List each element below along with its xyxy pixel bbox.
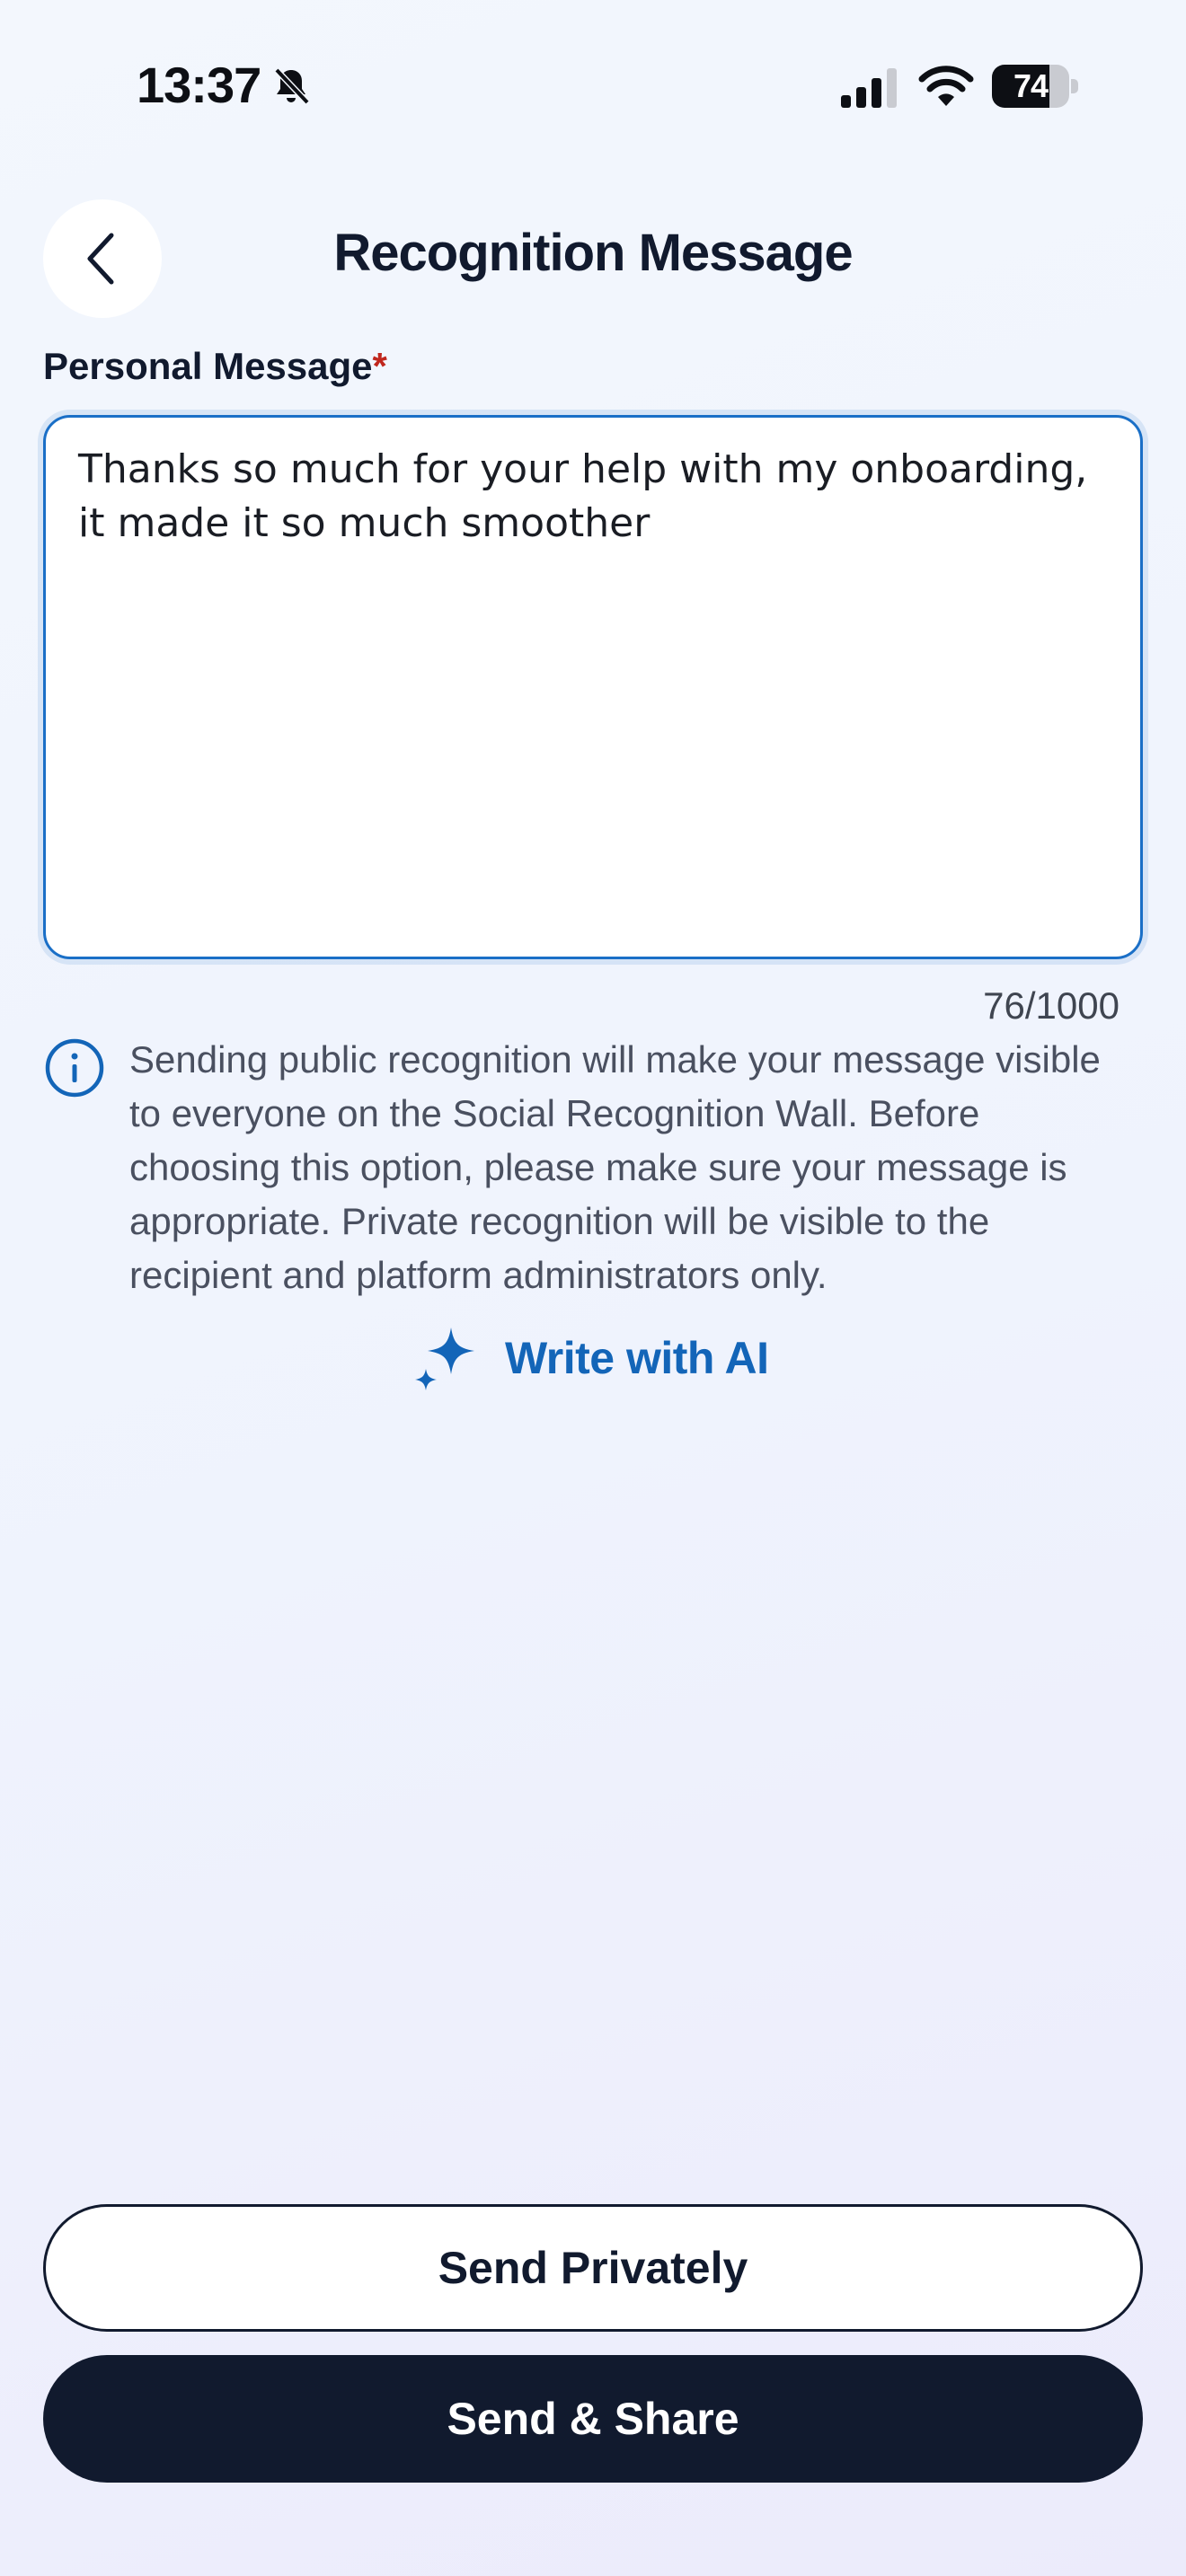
send-privately-button[interactable]: Send Privately: [43, 2204, 1143, 2332]
status-bar: 13:37 74: [0, 0, 1186, 171]
required-marker: *: [372, 345, 387, 387]
wifi-icon: [918, 66, 974, 106]
battery-icon: 74: [992, 65, 1078, 108]
page-title: Recognition Message: [333, 224, 853, 282]
cellular-signal-icon: [841, 68, 897, 108]
send-privately-label: Send Privately: [438, 2243, 748, 2293]
character-count: 76/1000: [983, 984, 1120, 1027]
recognition-info-text: Sending public recognition will make you…: [129, 1038, 1101, 1296]
sparkle-icon: [415, 1328, 474, 1390]
back-button[interactable]: [43, 199, 162, 318]
send-and-share-button[interactable]: Send & Share: [43, 2355, 1143, 2483]
personal-message-textarea[interactable]: Thanks so much for your help with my onb…: [43, 415, 1143, 959]
info-circle-icon: [45, 1038, 104, 1098]
bell-slash-icon: [274, 67, 310, 105]
send-and-share-label: Send & Share: [447, 2394, 739, 2444]
field-label: Personal Message*: [43, 345, 387, 388]
battery-level: 74: [1013, 67, 1049, 104]
write-with-ai-label: Write with AI: [505, 1333, 769, 1383]
write-with-ai-button[interactable]: Write with AI: [413, 1320, 791, 1396]
chevron-left-icon: [87, 233, 114, 285]
field-label-text: Personal Message: [43, 345, 373, 387]
status-time: 13:37: [137, 57, 261, 113]
